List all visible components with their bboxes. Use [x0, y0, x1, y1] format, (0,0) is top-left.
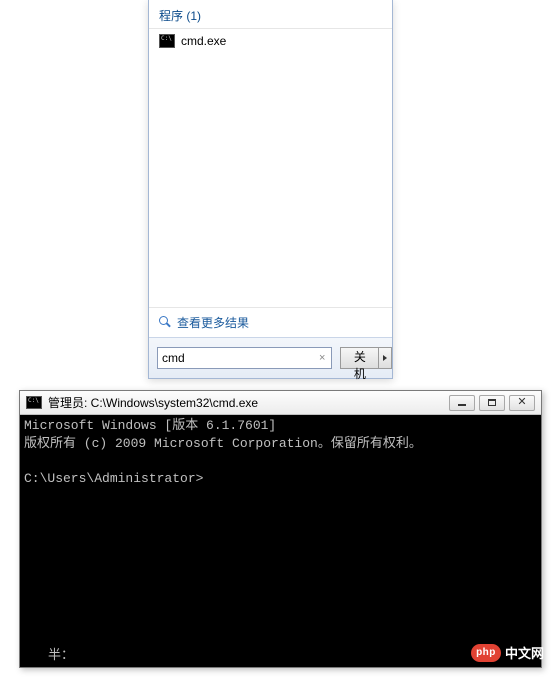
- close-button[interactable]: ✕: [509, 395, 535, 411]
- console-line: 版权所有 (c) 2009 Microsoft Corporation。保留所有…: [24, 436, 422, 451]
- php-logo-icon: php: [471, 644, 501, 662]
- shutdown-options-button[interactable]: [379, 347, 392, 369]
- results-spacer: [149, 51, 392, 307]
- search-icon: [159, 316, 172, 329]
- console-line: C:\Users\Administrator>: [24, 471, 203, 486]
- search-input[interactable]: [162, 349, 317, 367]
- window-controls: ✕: [449, 395, 535, 411]
- close-icon: ✕: [517, 397, 526, 408]
- maximize-button[interactable]: [479, 395, 505, 411]
- search-results-area: 程序 (1) cmd.exe 查看更多结果: [149, 0, 392, 337]
- shutdown-button-group: 关机: [340, 347, 392, 369]
- watermark: php 中文网: [471, 643, 544, 662]
- cmd-icon: [159, 34, 175, 48]
- search-result-item[interactable]: cmd.exe: [149, 31, 392, 51]
- console-bottom-text: 半：: [48, 647, 74, 665]
- clear-search-button[interactable]: ×: [317, 352, 327, 364]
- start-menu-search-panel: 程序 (1) cmd.exe 查看更多结果 × 关机: [148, 0, 393, 379]
- window-title: 管理员: C:\Windows\system32\cmd.exe: [48, 394, 443, 411]
- maximize-icon: [488, 399, 496, 406]
- cmd-icon: [26, 396, 42, 409]
- console-output[interactable]: Microsoft Windows [版本 6.1.7601] 版权所有 (c)…: [20, 415, 541, 667]
- window-titlebar[interactable]: 管理员: C:\Windows\system32\cmd.exe ✕: [20, 391, 541, 415]
- see-more-results-link[interactable]: 查看更多结果: [149, 307, 392, 337]
- search-input-container: ×: [157, 347, 332, 369]
- search-result-label: cmd.exe: [181, 34, 226, 48]
- console-line: Microsoft Windows [版本 6.1.7601]: [24, 418, 276, 433]
- start-menu-footer: × 关机: [149, 337, 392, 378]
- cmd-window: 管理员: C:\Windows\system32\cmd.exe ✕ Micro…: [19, 390, 542, 668]
- shutdown-button[interactable]: 关机: [340, 347, 379, 369]
- results-category-header: 程序 (1): [149, 0, 392, 29]
- watermark-text: 中文网: [505, 643, 544, 662]
- more-results-label: 查看更多结果: [177, 314, 249, 331]
- chevron-right-icon: [383, 355, 387, 361]
- minimize-button[interactable]: [449, 395, 475, 411]
- minimize-icon: [458, 404, 466, 406]
